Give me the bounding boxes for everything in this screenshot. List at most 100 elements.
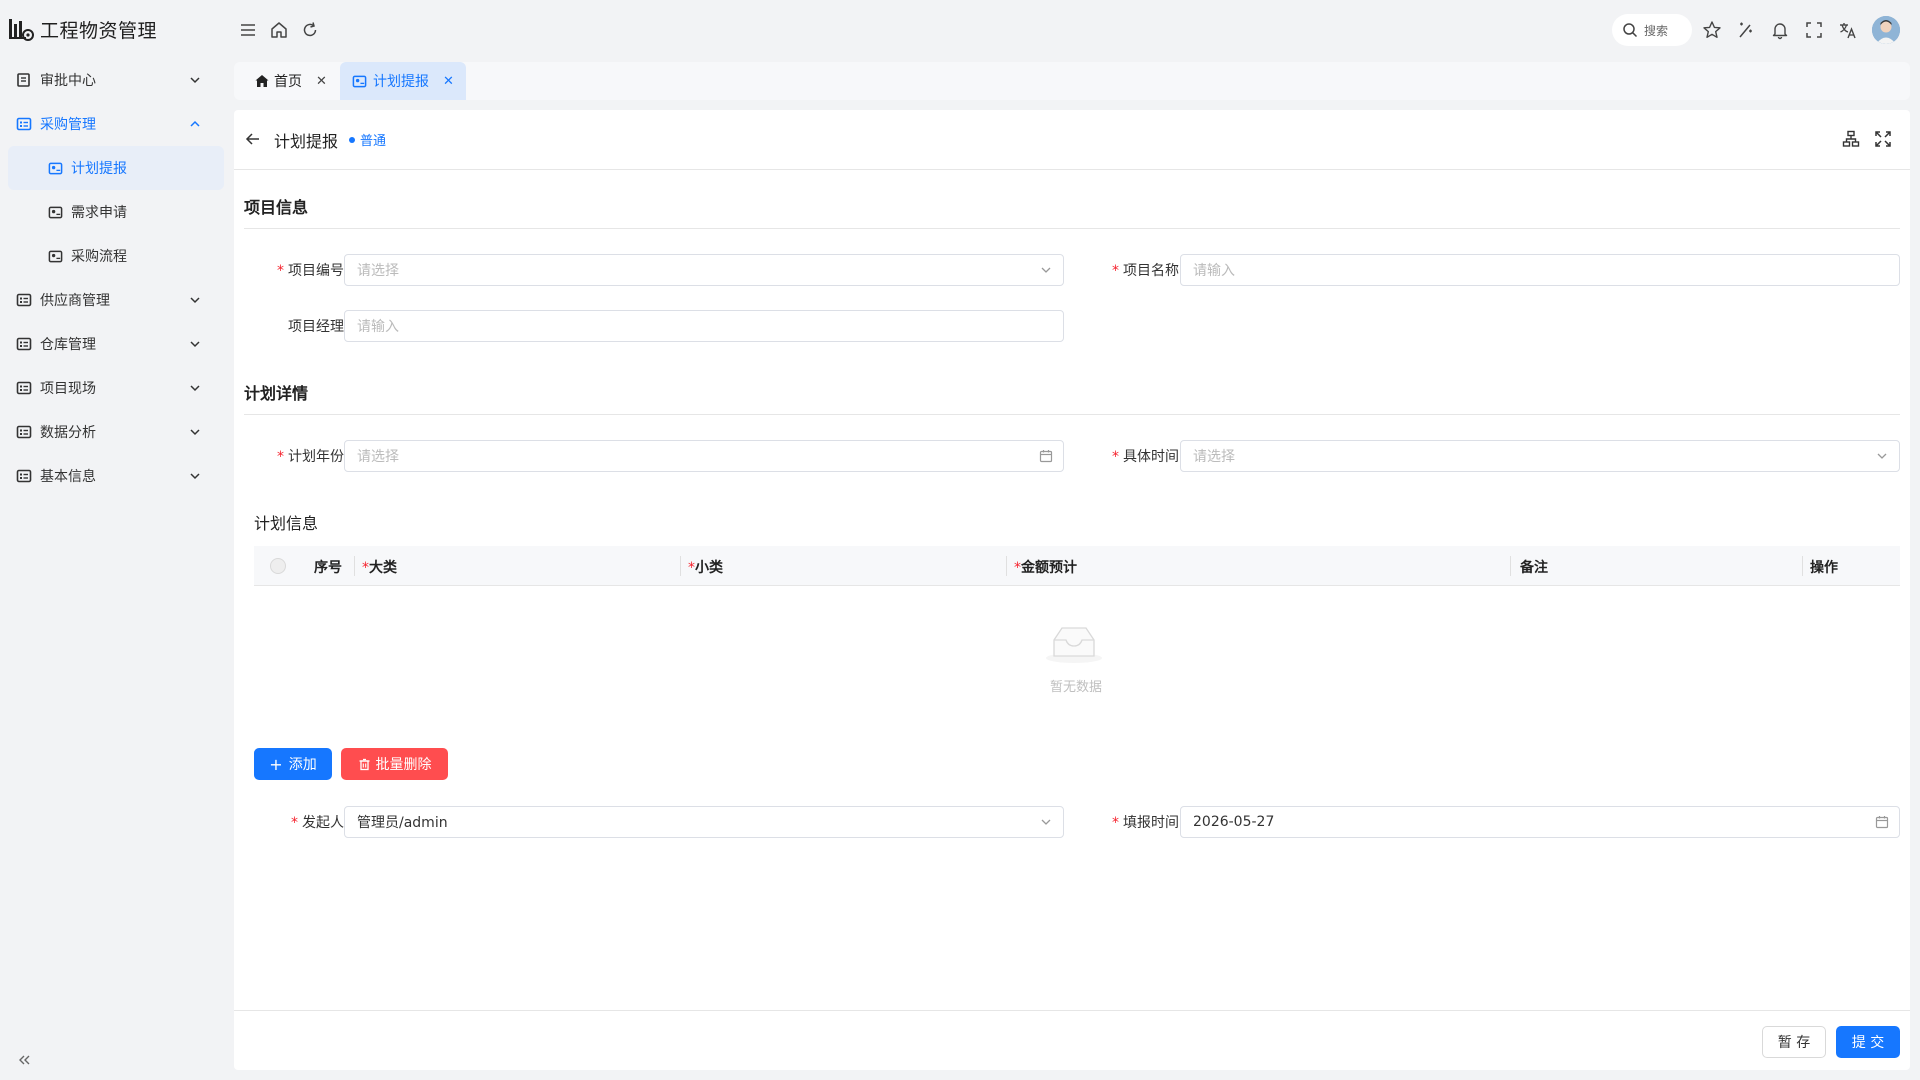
save-draft-button[interactable]: 暂 存 xyxy=(1762,1026,1826,1058)
back-arrow-icon[interactable] xyxy=(244,130,262,148)
batch-delete-button[interactable]: 批量删除 xyxy=(341,748,448,780)
column-label: 大类 xyxy=(369,560,397,576)
expand-icon[interactable] xyxy=(1874,130,1892,148)
sidebar-subitem-purchase-flow[interactable]: 采购流程 xyxy=(8,234,224,278)
batch-delete-label: 批量删除 xyxy=(375,757,432,773)
sidebar-item-label: 基本信息 xyxy=(40,469,96,485)
calendar-icon xyxy=(1875,816,1889,829)
required-mark: * xyxy=(688,560,695,576)
add-button[interactable]: + 添加 xyxy=(254,748,332,780)
tab-plan-report[interactable]: 计划提报 ✕ xyxy=(340,62,466,100)
initiator-value: 管理员/admin xyxy=(357,815,448,831)
fill-time-label: * 填报时间 xyxy=(1089,812,1179,832)
sidebar-item-label: 数据分析 xyxy=(40,425,96,441)
initiator-select[interactable]: 管理员/admin xyxy=(344,806,1064,838)
search-icon xyxy=(1623,23,1638,38)
project-no-select[interactable]: 请选择 xyxy=(344,254,1064,286)
label-text: 填报时间 xyxy=(1123,815,1179,831)
approval-icon xyxy=(17,73,30,87)
tab-bar: 首页 ✕ 计划提报 ✕ xyxy=(234,62,1910,100)
project-manager-label: 项目经理 xyxy=(254,316,344,336)
search-label: 搜索 xyxy=(1644,23,1669,38)
status-dot xyxy=(349,137,355,143)
user-avatar[interactable] xyxy=(1872,16,1900,44)
app-title: 工程物资管理 xyxy=(40,19,158,42)
purchase-flow-icon xyxy=(48,250,63,262)
label-text: 发起人 xyxy=(302,815,344,831)
sidebar-item-warehouse[interactable]: 仓库管理 xyxy=(0,322,232,366)
project-no-label: * 项目编号 xyxy=(254,260,344,280)
chevron-down-icon xyxy=(190,385,200,392)
sidebar-item-label: 项目现场 xyxy=(40,381,96,397)
refresh-icon[interactable] xyxy=(300,20,320,40)
specific-time-select[interactable]: 请选择 xyxy=(1180,440,1900,472)
add-button-label: 添加 xyxy=(288,757,317,773)
select-all-checkbox[interactable] xyxy=(270,558,286,574)
page-header: 计划提报 普通 xyxy=(234,110,1910,170)
submit-button[interactable]: 提 交 xyxy=(1836,1026,1900,1058)
calendar-icon xyxy=(1039,450,1053,463)
basic-info-icon xyxy=(16,469,32,483)
empty-box-icon xyxy=(1046,627,1102,663)
plan-year-picker[interactable]: 请选择 xyxy=(344,440,1064,472)
menu-toggle-icon[interactable] xyxy=(238,20,258,40)
column-separator xyxy=(1802,556,1803,576)
required-mark: * xyxy=(1112,449,1119,465)
supplier-icon xyxy=(16,293,32,307)
section-divider xyxy=(244,228,1900,229)
top-bar: 搜索 xyxy=(232,0,1920,60)
sidebar-item-approval[interactable]: 审批中心 xyxy=(0,58,232,102)
global-search[interactable]: 搜索 xyxy=(1612,14,1692,46)
label-text: 具体时间 xyxy=(1123,449,1179,465)
plus-icon: + xyxy=(269,754,283,774)
org-chart-icon[interactable] xyxy=(1842,130,1860,148)
home-icon[interactable] xyxy=(269,20,289,40)
sidebar-item-data-analysis[interactable]: 数据分析 xyxy=(0,410,232,454)
sidebar-item-purchase[interactable]: 采购管理 xyxy=(0,102,232,146)
save-draft-label: 暂 存 xyxy=(1777,1035,1811,1051)
project-name-input[interactable]: 请输入 xyxy=(1180,254,1900,286)
section-divider xyxy=(244,414,1900,415)
fill-time-picker[interactable]: 2026-05-27 xyxy=(1180,806,1900,838)
label-text: 计划年份 xyxy=(288,449,344,465)
sidebar-subitem-demand[interactable]: 需求申请 xyxy=(8,190,224,234)
star-icon[interactable] xyxy=(1702,20,1722,40)
column-separator xyxy=(1510,556,1511,576)
column-label: 金额预计 xyxy=(1021,560,1077,576)
placeholder-text: 请选择 xyxy=(357,449,399,465)
sidebar-subitem-plan-report[interactable]: 计划提报 xyxy=(8,146,224,190)
logo-icon xyxy=(9,19,34,41)
empty-state-text: 暂无数据 xyxy=(1050,680,1103,695)
column-separator xyxy=(354,556,355,576)
sidebar-item-supplier[interactable]: 供应商管理 xyxy=(0,278,232,322)
translate-icon[interactable] xyxy=(1838,20,1858,40)
sidebar-item-label: 仓库管理 xyxy=(40,337,96,353)
sidebar-subitem-label: 计划提报 xyxy=(71,161,127,177)
specific-time-label: * 具体时间 xyxy=(1089,446,1179,466)
tab-home[interactable]: 首页 ✕ xyxy=(242,62,339,100)
tab-label: 计划提报 xyxy=(373,74,429,90)
bell-icon[interactable] xyxy=(1770,20,1790,40)
sidebar-item-project-site[interactable]: 项目现场 xyxy=(0,366,232,410)
sidebar-item-label: 采购管理 xyxy=(40,117,96,133)
purchase-icon xyxy=(16,117,32,131)
warehouse-icon xyxy=(16,337,32,351)
close-icon[interactable]: ✕ xyxy=(316,74,327,89)
column-label: 小类 xyxy=(695,560,723,576)
collapse-sidebar-icon[interactable] xyxy=(16,1052,32,1068)
required-mark: * xyxy=(1112,263,1119,279)
app-logo[interactable]: 工程物资管理 xyxy=(8,14,157,44)
sidebar-item-basic-info[interactable]: 基本信息 xyxy=(0,454,232,498)
submit-label: 提 交 xyxy=(1851,1035,1885,1051)
column-header-category: *大类 xyxy=(362,557,397,577)
plan-report-icon xyxy=(352,75,367,87)
initiator-label: * 发起人 xyxy=(254,812,344,832)
project-manager-input[interactable]: 请输入 xyxy=(344,310,1064,342)
sidebar: 工程物资管理 审批中心 采购管理 计划提报 需求申请 采购流程 供应商管理 仓库… xyxy=(0,0,232,1080)
column-header-amount: *金额预计 xyxy=(1014,557,1077,577)
label-text: 项目名称 xyxy=(1123,263,1179,279)
demand-icon xyxy=(48,206,63,218)
close-icon[interactable]: ✕ xyxy=(443,74,454,89)
magic-wand-icon[interactable] xyxy=(1736,20,1756,40)
fullscreen-icon[interactable] xyxy=(1804,20,1824,40)
